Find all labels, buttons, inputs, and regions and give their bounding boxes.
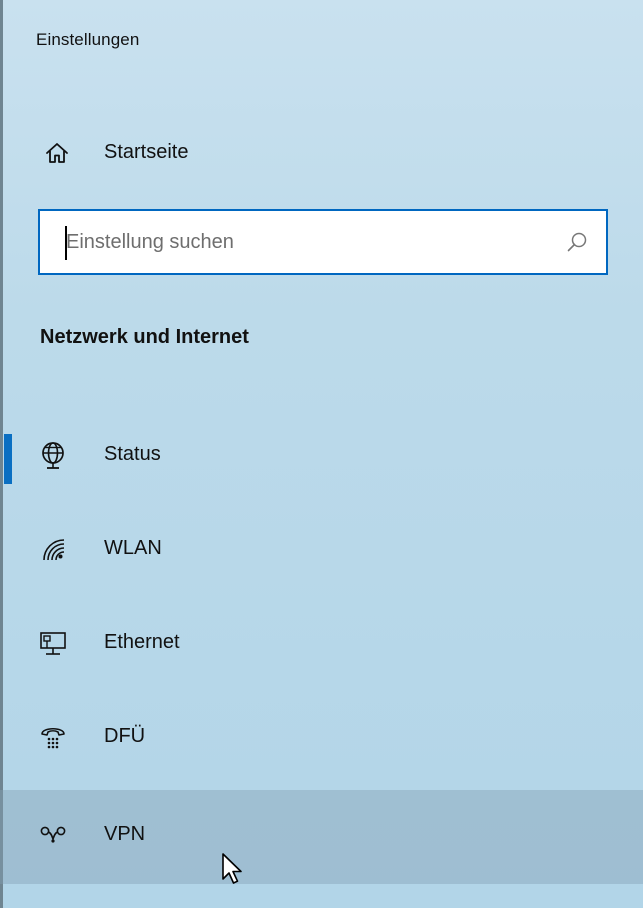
section-title: Netzwerk und Internet — [40, 326, 249, 348]
nav-item-label: WLAN — [104, 537, 162, 559]
search-box[interactable] — [38, 209, 608, 275]
nav-item-label: DFÜ — [104, 725, 146, 747]
globe-icon — [42, 442, 64, 469]
home-label: Startseite — [104, 141, 189, 163]
nav-item-label: VPN — [104, 823, 146, 845]
selection-indicator — [4, 434, 12, 484]
home-nav-item[interactable]: Startseite — [0, 125, 643, 181]
app-title: Einstellungen — [36, 30, 140, 49]
ethernet-icon — [40, 632, 66, 655]
search-input[interactable] — [66, 221, 546, 263]
nav-item-label: Ethernet — [104, 631, 180, 653]
home-icon — [46, 143, 68, 163]
wifi-icon — [43, 539, 65, 561]
nav-item-ethernet[interactable]: Ethernet — [0, 596, 643, 690]
nav-item-wlan[interactable]: WLAN — [0, 502, 643, 596]
nav-item-status[interactable]: Status — [0, 408, 643, 502]
nav-item-vpn[interactable]: VPN — [0, 790, 643, 884]
nav-item-label: Status — [104, 443, 161, 465]
search-icon[interactable] — [566, 231, 588, 253]
dialup-icon — [41, 727, 65, 749]
nav-item-dfu[interactable]: DFÜ — [0, 690, 643, 784]
vpn-icon — [40, 826, 66, 843]
